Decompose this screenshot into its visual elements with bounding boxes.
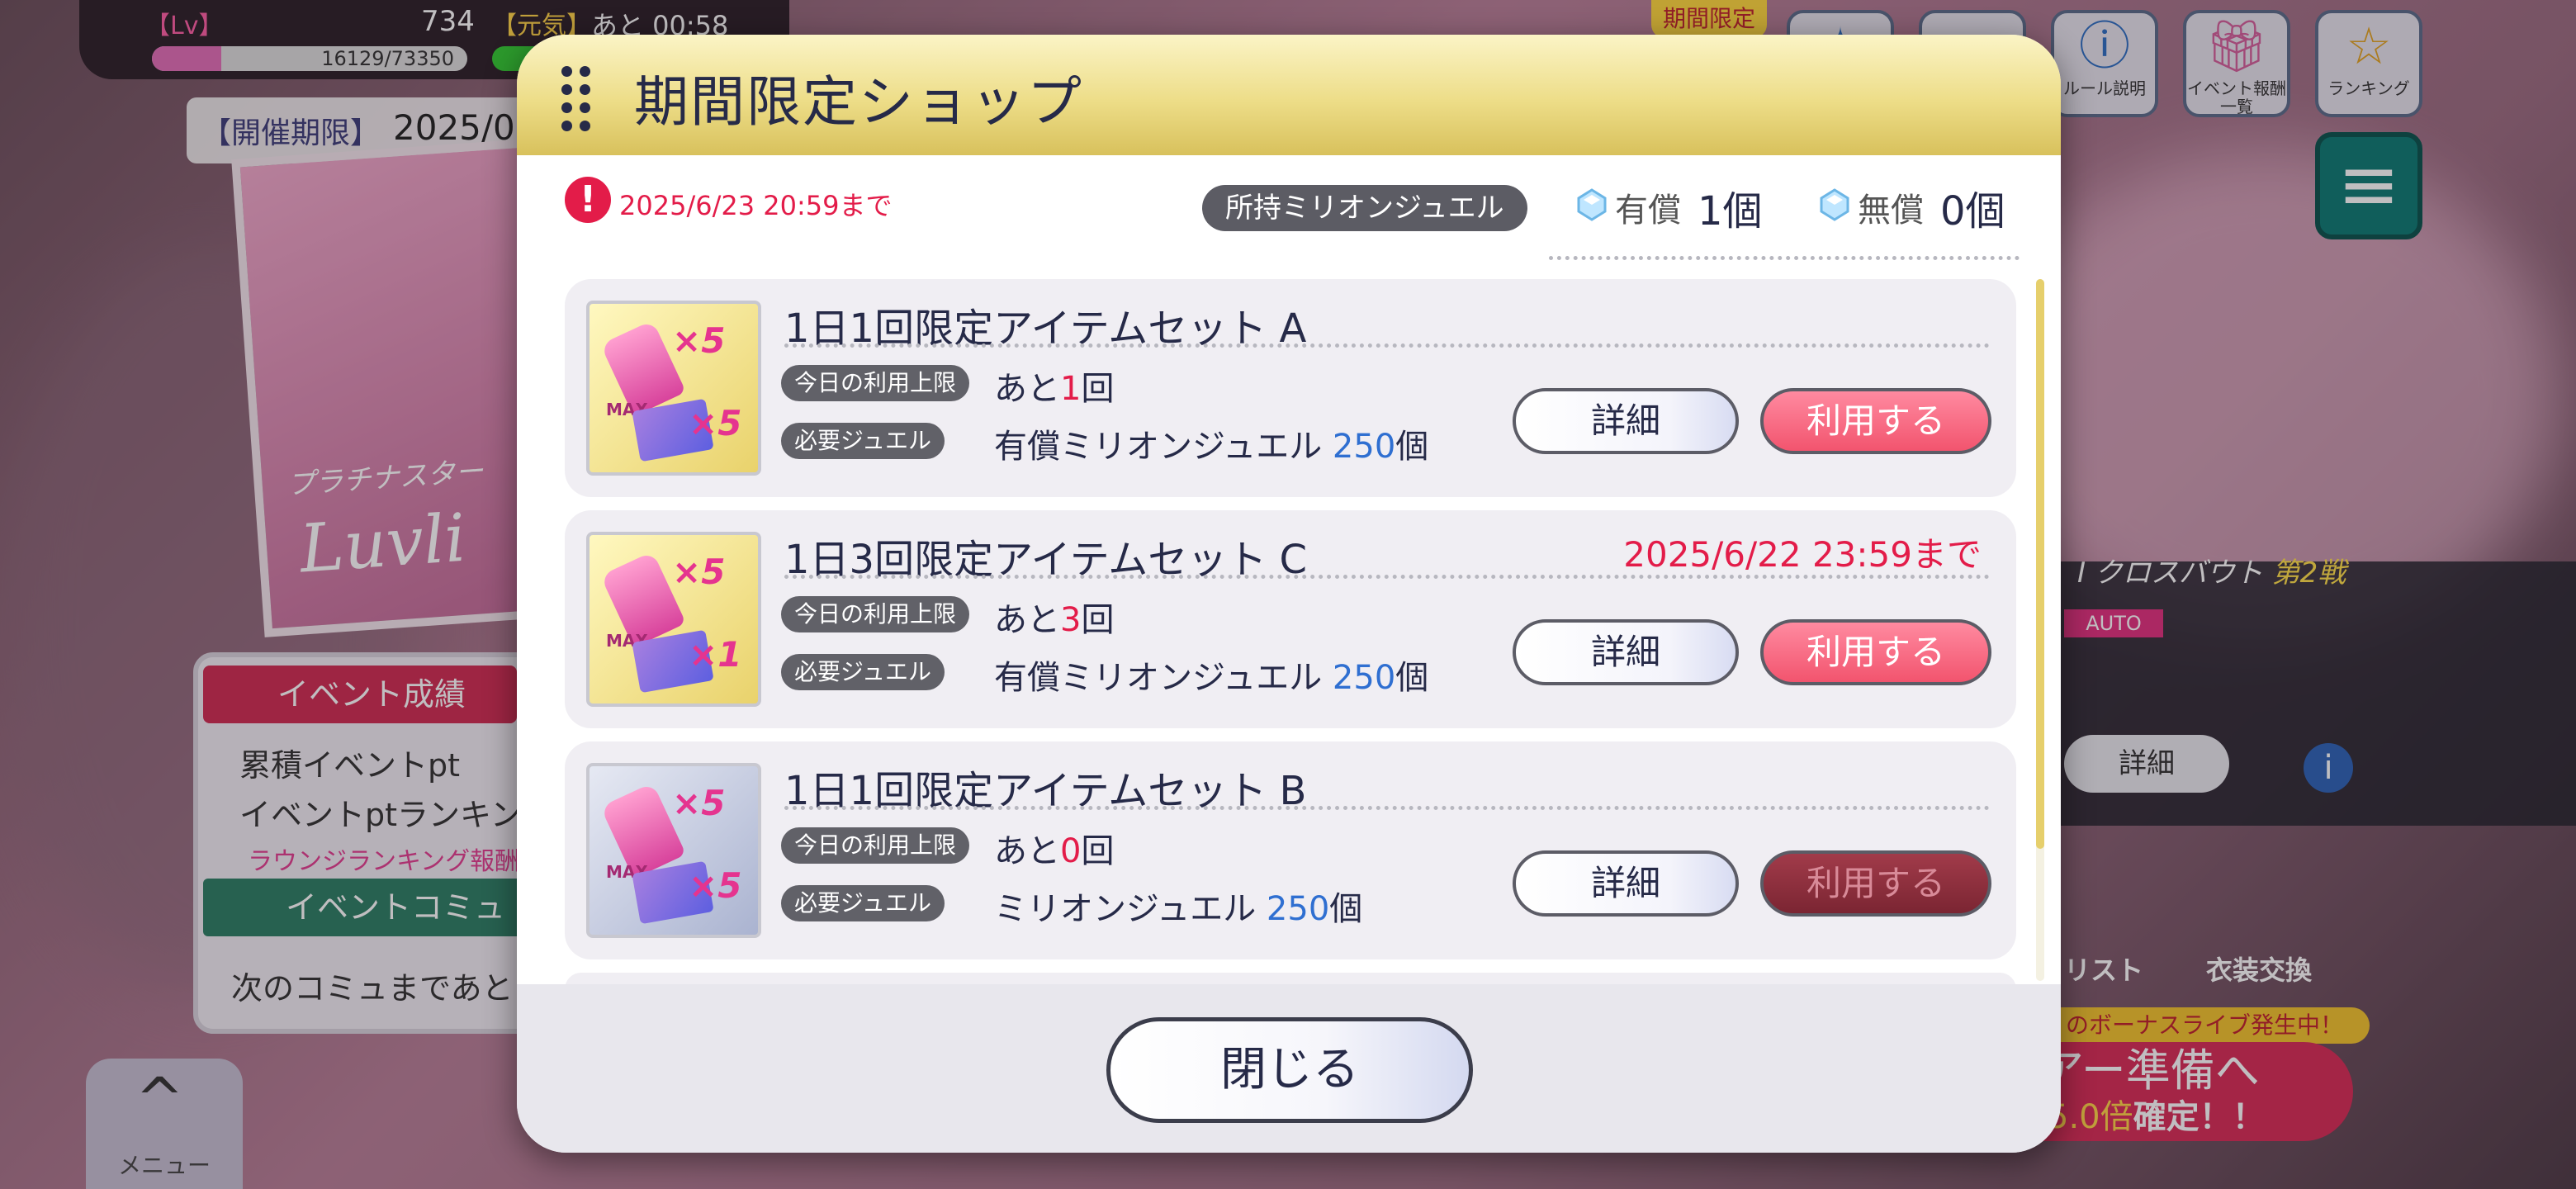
item-multiplier: ×5	[689, 403, 742, 443]
shop-content: ! 2025/6/23 20:59まで 所持ミリオンジュエル 有償 1個 無償 …	[517, 155, 2061, 1006]
shop-item: MAX ×5 ×5 1日1回限定アイテムセット A 今日の利用上限 あと1回 必…	[565, 279, 2016, 497]
paid-jewel-label: 有償	[1615, 192, 1681, 230]
item-deadline: 2025/6/22 23:59まで	[1623, 534, 1982, 575]
shop-item: MAX ×5 ×1 1日3回限定アイテムセット C 2025/6/22 23:5…	[565, 510, 2016, 728]
alert-icon: !	[565, 177, 611, 223]
required-jewel-pill: 必要ジュエル	[781, 654, 945, 690]
owned-jewel-label: 所持ミリオンジュエル	[1202, 185, 1527, 231]
item-multiplier: ×5	[672, 783, 726, 823]
detail-button[interactable]: 詳細	[1513, 850, 1739, 917]
remaining-uses: あと1回	[994, 370, 1115, 408]
item-multiplier: ×1	[689, 634, 742, 675]
item-thumbnail: MAX ×5 ×5	[586, 763, 761, 938]
required-jewel-pill: 必要ジュエル	[781, 885, 945, 921]
paid-jewel-count: 1個	[1698, 188, 1763, 234]
divider	[1549, 256, 2020, 260]
shop-deadline: 2025/6/23 20:59まで	[619, 190, 893, 221]
use-button[interactable]: 利用する	[1760, 388, 1991, 454]
dialog-title: 期間限定ショップ	[634, 70, 1083, 134]
required-jewel-pill: 必要ジュエル	[781, 423, 945, 459]
remaining-uses: あと3回	[994, 601, 1115, 639]
use-button[interactable]: 利用する	[1760, 619, 1991, 685]
item-thumbnail: MAX ×5 ×5	[586, 301, 761, 476]
limited-shop-dialog: 期間限定ショップ ! 2025/6/23 20:59まで 所持ミリオンジュエル …	[517, 35, 2061, 1153]
jewel-cost: 有償ミリオンジュエル 250個	[994, 659, 1429, 697]
daily-limit-pill: 今日の利用上限	[781, 827, 970, 864]
grip-icon	[561, 66, 591, 131]
gem-icon	[1820, 188, 1849, 221]
daily-limit-pill: 今日の利用上限	[781, 596, 970, 632]
remaining-uses: あと0回	[994, 832, 1115, 870]
daily-limit-pill: 今日の利用上限	[781, 365, 970, 401]
shop-item: MAX ×5 ×5 1日1回限定アイテムセット B 今日の利用上限 あと0回 必…	[565, 741, 2016, 959]
dialog-footer: 閉じる	[517, 984, 2061, 1153]
detail-button[interactable]: 詳細	[1513, 388, 1739, 454]
divider	[784, 806, 1990, 810]
use-button-disabled[interactable]: 利用する	[1760, 850, 1991, 917]
free-jewel-count: 0個	[1940, 188, 2005, 234]
divider	[784, 343, 1990, 348]
gem-icon	[1577, 188, 1607, 221]
item-multiplier: ×5	[672, 552, 726, 592]
item-thumbnail: MAX ×5 ×1	[586, 532, 761, 707]
item-multiplier: ×5	[689, 865, 742, 906]
detail-button[interactable]: 詳細	[1513, 619, 1739, 685]
scrollbar-thumb[interactable]	[2036, 279, 2044, 849]
close-button[interactable]: 閉じる	[1106, 1017, 1473, 1123]
scrollbar[interactable]	[2036, 279, 2044, 981]
jewel-cost: 有償ミリオンジュエル 250個	[994, 428, 1429, 466]
divider	[784, 575, 1990, 579]
jewel-cost: ミリオンジュエル 250個	[994, 890, 1363, 928]
dialog-header: 期間限定ショップ	[517, 35, 2061, 155]
free-jewel-label: 無償	[1858, 192, 1924, 230]
item-multiplier: ×5	[672, 320, 726, 361]
